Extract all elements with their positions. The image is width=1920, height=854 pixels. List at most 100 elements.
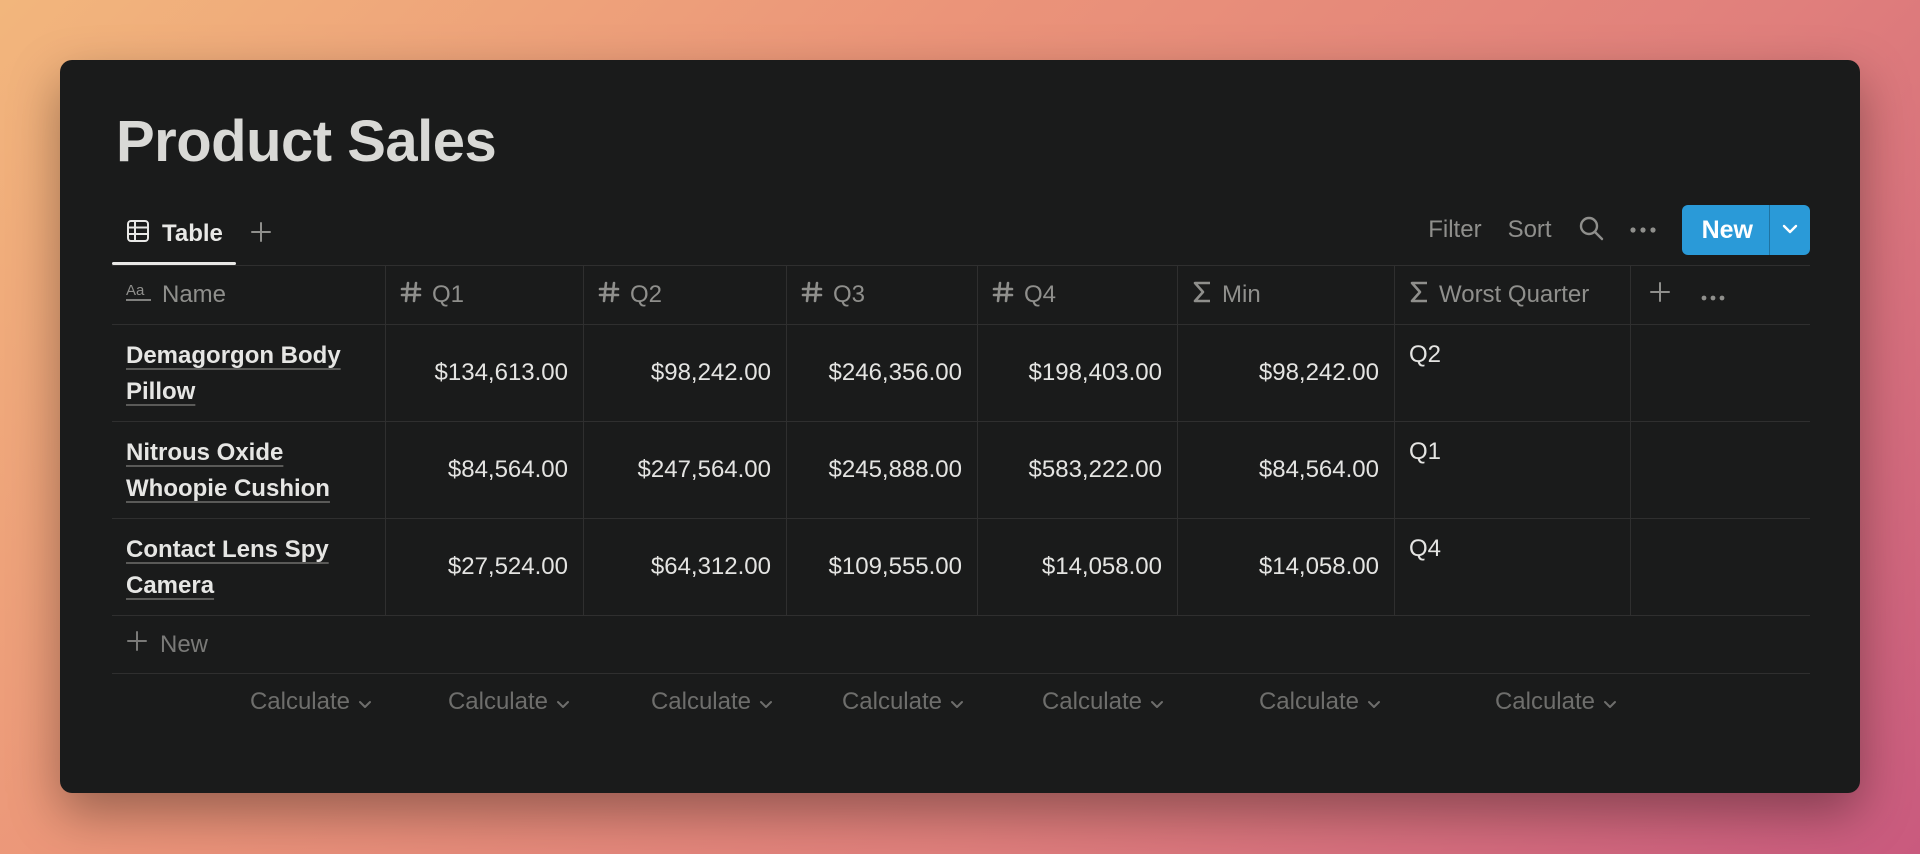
cell-q2[interactable]: $247,564.00	[584, 422, 787, 518]
cell-name: Nitrous Oxide Whoopie Cushion	[112, 422, 386, 518]
hash-icon	[400, 281, 422, 310]
column-label: Q3	[833, 281, 866, 308]
row-title-link[interactable]: Nitrous Oxide Whoopie Cushion	[126, 439, 330, 502]
add-row-label: New	[160, 630, 209, 658]
view-toolbar: Filter Sort New	[1428, 205, 1810, 255]
calculate-label: Calculate	[1494, 688, 1595, 715]
sigma-icon	[1192, 280, 1212, 311]
new-button[interactable]: New	[1682, 205, 1769, 255]
cell-empty	[1631, 325, 1810, 421]
calculate-label: Calculate	[841, 688, 942, 715]
calculate-label: Calculate	[1041, 688, 1142, 715]
search-icon	[1578, 215, 1604, 246]
cell-q3[interactable]: $109,555.00	[787, 519, 978, 615]
cell-q1[interactable]: $134,613.00	[386, 325, 584, 421]
add-view-button[interactable]	[244, 217, 278, 251]
column-label: Name	[162, 281, 227, 308]
column-header-worst-quarter[interactable]: Worst Quarter	[1395, 266, 1631, 324]
filter-button[interactable]: Filter	[1428, 216, 1481, 244]
cell-min[interactable]: $14,058.00	[1178, 519, 1395, 615]
column-header-actions	[1631, 266, 1810, 324]
table-row[interactable]: Contact Lens Spy Camera $27,524.00 $64,3…	[112, 519, 1810, 616]
search-button[interactable]	[1578, 215, 1604, 246]
calculate-dropdown[interactable]: Calculate	[250, 688, 372, 716]
calc-cell-worst-quarter: Calculate	[1395, 674, 1631, 730]
chevron-down-icon	[1782, 221, 1798, 239]
cell-worst-quarter[interactable]: Q1	[1395, 422, 1631, 518]
more-options-button[interactable]	[1629, 221, 1656, 239]
hash-icon	[801, 281, 823, 310]
cell-min[interactable]: $84,564.00	[1178, 422, 1395, 518]
new-button-group: New	[1681, 205, 1810, 255]
calculate-label: Calculate	[650, 688, 751, 715]
new-dropdown-button[interactable]	[1769, 205, 1810, 255]
cell-q4[interactable]: $14,058.00	[978, 519, 1178, 615]
column-header-name[interactable]: Aa Name	[112, 266, 386, 324]
calculate-label: Calculate	[1258, 688, 1359, 715]
calc-cell-q1: Calculate	[386, 674, 584, 730]
calc-cell-min: Calculate	[1178, 674, 1395, 730]
calc-cell-name: Calculate	[112, 674, 386, 730]
cell-name: Contact Lens Spy Camera	[112, 519, 386, 615]
chevron-down-icon	[1603, 688, 1617, 716]
cell-min[interactable]: $98,242.00	[1178, 325, 1395, 421]
chevron-down-icon	[759, 688, 773, 716]
chevron-down-icon	[1367, 688, 1381, 716]
calculate-label: Calculate	[447, 688, 548, 715]
column-label: Q2	[630, 281, 663, 308]
column-header-q4[interactable]: Q4	[978, 266, 1178, 324]
database-window: Product Sales Table Filter Sort New Aa N…	[60, 60, 1860, 793]
cell-q3[interactable]: $245,888.00	[787, 422, 978, 518]
hash-icon	[992, 281, 1014, 310]
view-tab-bar: Table Filter Sort New	[112, 205, 1810, 265]
cell-empty	[1631, 422, 1810, 518]
cell-q1[interactable]: $27,524.00	[386, 519, 584, 615]
column-header-q2[interactable]: Q2	[584, 266, 787, 324]
cell-q2[interactable]: $64,312.00	[584, 519, 787, 615]
tab-table-label: Table	[162, 220, 223, 247]
calculate-dropdown[interactable]: Calculate	[842, 688, 964, 716]
cell-worst-quarter[interactable]: Q2	[1395, 325, 1631, 421]
cell-q1[interactable]: $84,564.00	[386, 422, 584, 518]
cell-q4[interactable]: $198,403.00	[978, 325, 1178, 421]
property-options-button[interactable]	[1701, 281, 1725, 309]
calculate-dropdown[interactable]: Calculate	[1495, 688, 1617, 716]
calc-cell-q4: Calculate	[978, 674, 1178, 730]
table-icon	[126, 219, 150, 250]
calculate-dropdown[interactable]: Calculate	[651, 688, 773, 716]
column-label: Min	[1222, 281, 1261, 308]
chevron-down-icon	[556, 688, 570, 716]
cell-empty	[1631, 519, 1810, 615]
calculate-dropdown[interactable]: Calculate	[448, 688, 570, 716]
table-row[interactable]: Nitrous Oxide Whoopie Cushion $84,564.00…	[112, 422, 1810, 519]
database-table: Aa Name Q1 Q2 Q3 Q4 Min Worst Quarter De…	[112, 265, 1810, 730]
page-title: Product Sales	[116, 109, 497, 174]
tab-table-view[interactable]: Table	[112, 205, 237, 263]
add-property-button[interactable]	[1649, 281, 1671, 310]
calculate-dropdown[interactable]: Calculate	[1259, 688, 1381, 716]
cell-q4[interactable]: $583,222.00	[978, 422, 1178, 518]
add-row-button[interactable]: New	[112, 616, 1810, 674]
svg-text:Aa: Aa	[126, 282, 145, 299]
cell-q3[interactable]: $246,356.00	[787, 325, 978, 421]
row-title-link[interactable]: Demagorgon Body Pillow	[126, 342, 341, 405]
calc-cell-q2: Calculate	[584, 674, 787, 730]
plus-icon	[250, 221, 272, 248]
column-header-q3[interactable]: Q3	[787, 266, 978, 324]
row-title-link[interactable]: Contact Lens Spy Camera	[126, 536, 329, 599]
chevron-down-icon	[1150, 688, 1164, 716]
chevron-down-icon	[358, 688, 372, 716]
more-horizontal-icon	[1629, 221, 1656, 239]
table-header-row: Aa Name Q1 Q2 Q3 Q4 Min Worst Quarter	[112, 265, 1810, 325]
chevron-down-icon	[950, 688, 964, 716]
column-label: Q1	[432, 281, 465, 308]
column-header-q1[interactable]: Q1	[386, 266, 584, 324]
cell-name: Demagorgon Body Pillow	[112, 325, 386, 421]
table-row[interactable]: Demagorgon Body Pillow $134,613.00 $98,2…	[112, 325, 1810, 422]
cell-q2[interactable]: $98,242.00	[584, 325, 787, 421]
sort-button[interactable]: Sort	[1508, 216, 1552, 244]
column-label: Worst Quarter	[1439, 281, 1590, 308]
cell-worst-quarter[interactable]: Q4	[1395, 519, 1631, 615]
column-header-min[interactable]: Min	[1178, 266, 1395, 324]
calculate-dropdown[interactable]: Calculate	[1042, 688, 1164, 716]
